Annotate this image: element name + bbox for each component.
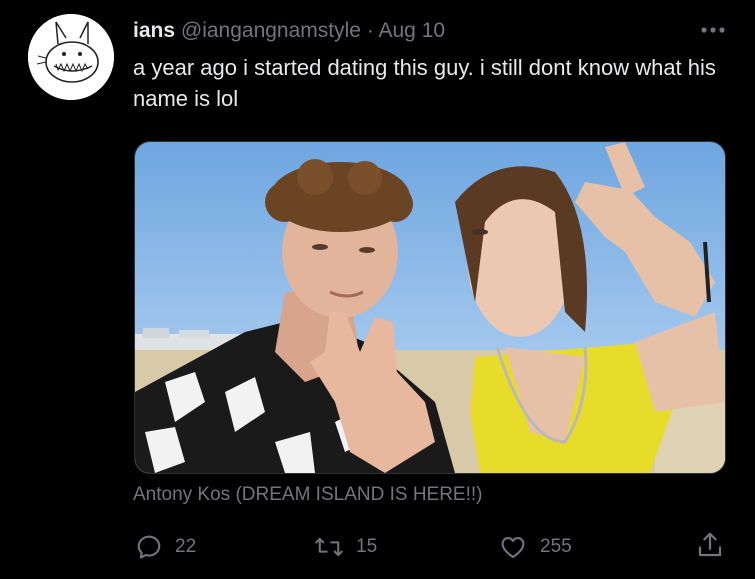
tweet-photo[interactable] [134, 141, 726, 474]
tweet-header: ians @iangangnamstyle · Aug 10 [133, 16, 735, 46]
photo-illustration [135, 142, 725, 473]
media-credit[interactable]: Antony Kos (DREAM ISLAND IS HERE!!) [133, 484, 483, 506]
reply-button[interactable]: 22 [135, 530, 196, 564]
user-handle[interactable]: @iangangnamstyle [181, 19, 361, 42]
retweet-button[interactable]: 15 [314, 530, 377, 564]
reply-bubble-icon [137, 535, 161, 559]
like-count: 255 [540, 536, 572, 557]
more-options-button[interactable] [697, 14, 729, 46]
like-button[interactable]: 255 [498, 530, 572, 564]
display-name[interactable]: ians [133, 19, 175, 42]
more-dots-icon [701, 27, 725, 33]
tweet-text: a year ago i started dating this guy. i … [133, 55, 716, 111]
reply-count: 22 [175, 536, 197, 557]
share-upload-icon [698, 532, 722, 557]
retweet-icon [315, 537, 343, 557]
tweet-date[interactable]: Aug 10 [379, 19, 446, 42]
retweet-count: 15 [356, 536, 378, 557]
header-separator: · [366, 19, 374, 42]
avatar[interactable] [28, 14, 114, 100]
avatar-drawing [28, 14, 114, 100]
share-button[interactable] [695, 530, 725, 565]
heart-icon [501, 536, 525, 558]
